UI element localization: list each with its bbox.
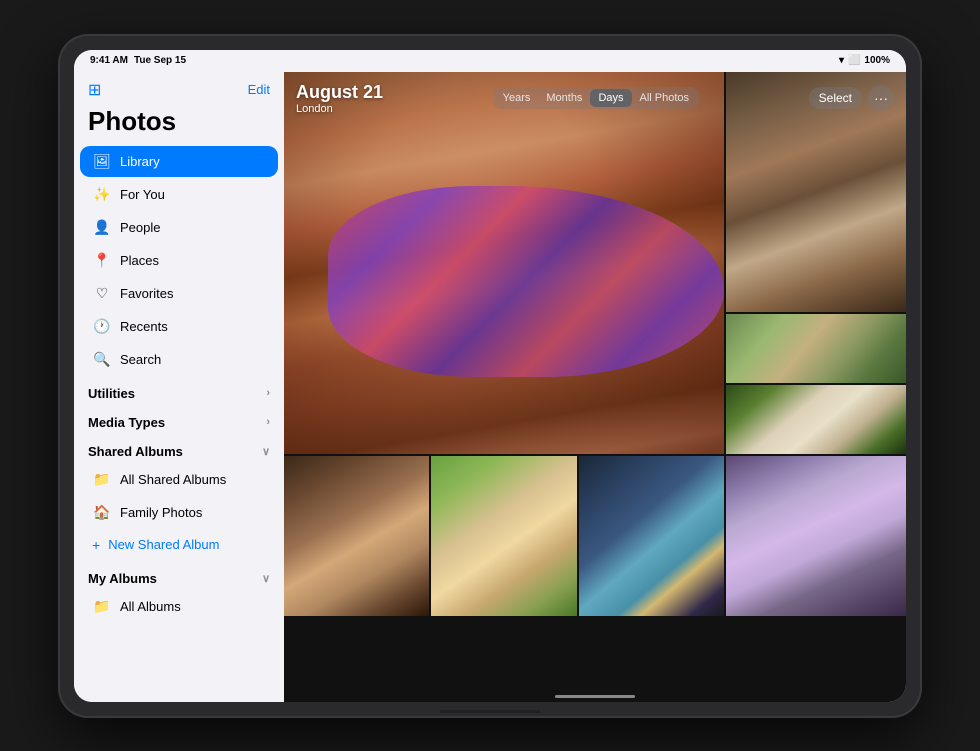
sidebar-item-label-places: Places [120, 253, 159, 268]
sidebar-item-library[interactable]: 🖼 Library [80, 146, 278, 177]
sidebar: ⊞ Edit Photos 🖼 Library ✨ For You 👤 [74, 72, 284, 702]
battery-icon: ⬜ [848, 55, 860, 66]
sidebar-item-label-favorites: Favorites [120, 286, 173, 301]
people-icon: 👤 [92, 219, 112, 236]
library-icon: 🖼 [92, 153, 112, 170]
utilities-chevron: › [266, 387, 270, 399]
new-shared-album-plus-icon: + [92, 537, 100, 553]
sidebar-item-for-you[interactable]: ✨ For You [80, 179, 278, 210]
ipad-frame: 9:41 AM Tue Sep 15 ▾ ⬜ 100% ⊞ Edit Photo… [60, 36, 920, 716]
photo-date-main: August 21 [296, 82, 383, 103]
sidebar-item-favorites[interactable]: ♡ Favorites [80, 278, 278, 309]
tab-years[interactable]: Years [495, 89, 539, 107]
sidebar-item-label-all-shared: All Shared Albums [120, 472, 226, 487]
media-types-label: Media Types [88, 415, 165, 430]
photo-colorful-person[interactable] [579, 456, 724, 616]
photo-date: August 21 London [296, 82, 383, 115]
sidebar-item-family-photos[interactable]: 🏠 Family Photos [80, 497, 278, 528]
sidebar-item-label-family-photos: Family Photos [120, 505, 202, 520]
photo-girls-outside[interactable] [431, 456, 576, 616]
shared-albums-chevron: ∨ [262, 445, 270, 458]
sidebar-item-label-for-you: For You [120, 187, 165, 202]
status-date: Tue Sep 15 [134, 55, 186, 66]
for-you-icon: ✨ [92, 186, 112, 203]
utilities-section[interactable]: Utilities › [74, 376, 284, 405]
sidebar-item-people[interactable]: 👤 People [80, 212, 278, 243]
tab-months[interactable]: Months [538, 89, 590, 107]
all-albums-icon: 📁 [92, 598, 112, 615]
status-right: ▾ ⬜ 100% [839, 55, 890, 66]
sidebar-item-recents[interactable]: 🕐 Recents [80, 311, 278, 342]
recents-icon: 🕐 [92, 318, 112, 335]
sidebar-item-places[interactable]: 📍 Places [80, 245, 278, 276]
sidebar-item-all-shared-albums[interactable]: 📁 All Shared Albums [80, 464, 278, 495]
sidebar-item-label-search: Search [120, 352, 161, 367]
photo-location: London [296, 103, 383, 115]
all-shared-icon: 📁 [92, 471, 112, 488]
edit-button[interactable]: Edit [248, 82, 270, 97]
wifi-icon: ▾ [839, 55, 844, 66]
media-types-section[interactable]: Media Types › [74, 405, 284, 434]
shared-albums-label: Shared Albums [88, 444, 183, 459]
my-albums-chevron: ∨ [262, 572, 270, 585]
sidebar-collapse-icon[interactable]: ⊞ [88, 80, 101, 100]
shared-albums-section[interactable]: Shared Albums ∨ [74, 434, 284, 463]
sidebar-item-label-recents: Recents [120, 319, 168, 334]
status-left: 9:41 AM Tue Sep 15 [90, 55, 186, 66]
media-types-chevron: › [266, 416, 270, 428]
photo-toolbar: August 21 London Years Months Days [284, 72, 906, 125]
new-shared-album-label: New Shared Album [108, 537, 219, 552]
photo-mother-child[interactable] [284, 456, 429, 616]
app-area: ⊞ Edit Photos 🖼 Library ✨ For You 👤 [74, 72, 906, 702]
family-photos-icon: 🏠 [92, 504, 112, 521]
sidebar-item-all-albums[interactable]: 📁 All Albums [80, 591, 278, 622]
places-icon: 📍 [92, 252, 112, 269]
favorites-icon: ♡ [92, 285, 112, 302]
more-button[interactable]: ··· [868, 85, 894, 111]
sidebar-title: Photos [74, 104, 284, 145]
status-bar: 9:41 AM Tue Sep 15 ▾ ⬜ 100% [74, 50, 906, 72]
toolbar-right: Select ··· [809, 85, 894, 111]
sidebar-item-label-all-albums: All Albums [120, 599, 181, 614]
battery-level: 100% [864, 55, 890, 66]
utilities-label: Utilities [88, 386, 135, 401]
tab-days[interactable]: Days [590, 89, 631, 107]
photo-area: August 21 London Years Months Days [284, 72, 906, 702]
photo-woman-field[interactable] [726, 385, 906, 454]
tab-all-photos[interactable]: All Photos [632, 89, 698, 107]
my-albums-section[interactable]: My Albums ∨ [74, 561, 284, 590]
my-albums-label: My Albums [88, 571, 157, 586]
photo-main[interactable] [284, 72, 724, 454]
new-shared-album-button[interactable]: + New Shared Album [80, 530, 278, 560]
photo-two-girls[interactable] [726, 314, 906, 383]
status-time: 9:41 AM [90, 55, 128, 66]
scroll-indicator [555, 695, 635, 698]
ipad-screen: 9:41 AM Tue Sep 15 ▾ ⬜ 100% ⊞ Edit Photo… [74, 50, 906, 702]
sidebar-item-label-people: People [120, 220, 160, 235]
search-icon: 🔍 [92, 351, 112, 368]
view-tabs: Years Months Days All Photos [493, 87, 699, 109]
select-button[interactable]: Select [809, 87, 862, 109]
photo-woman-purple-hijab[interactable] [726, 456, 906, 616]
sidebar-header: ⊞ Edit [74, 72, 284, 104]
sidebar-item-label-library: Library [120, 154, 160, 169]
sidebar-item-search[interactable]: 🔍 Search [80, 344, 278, 375]
